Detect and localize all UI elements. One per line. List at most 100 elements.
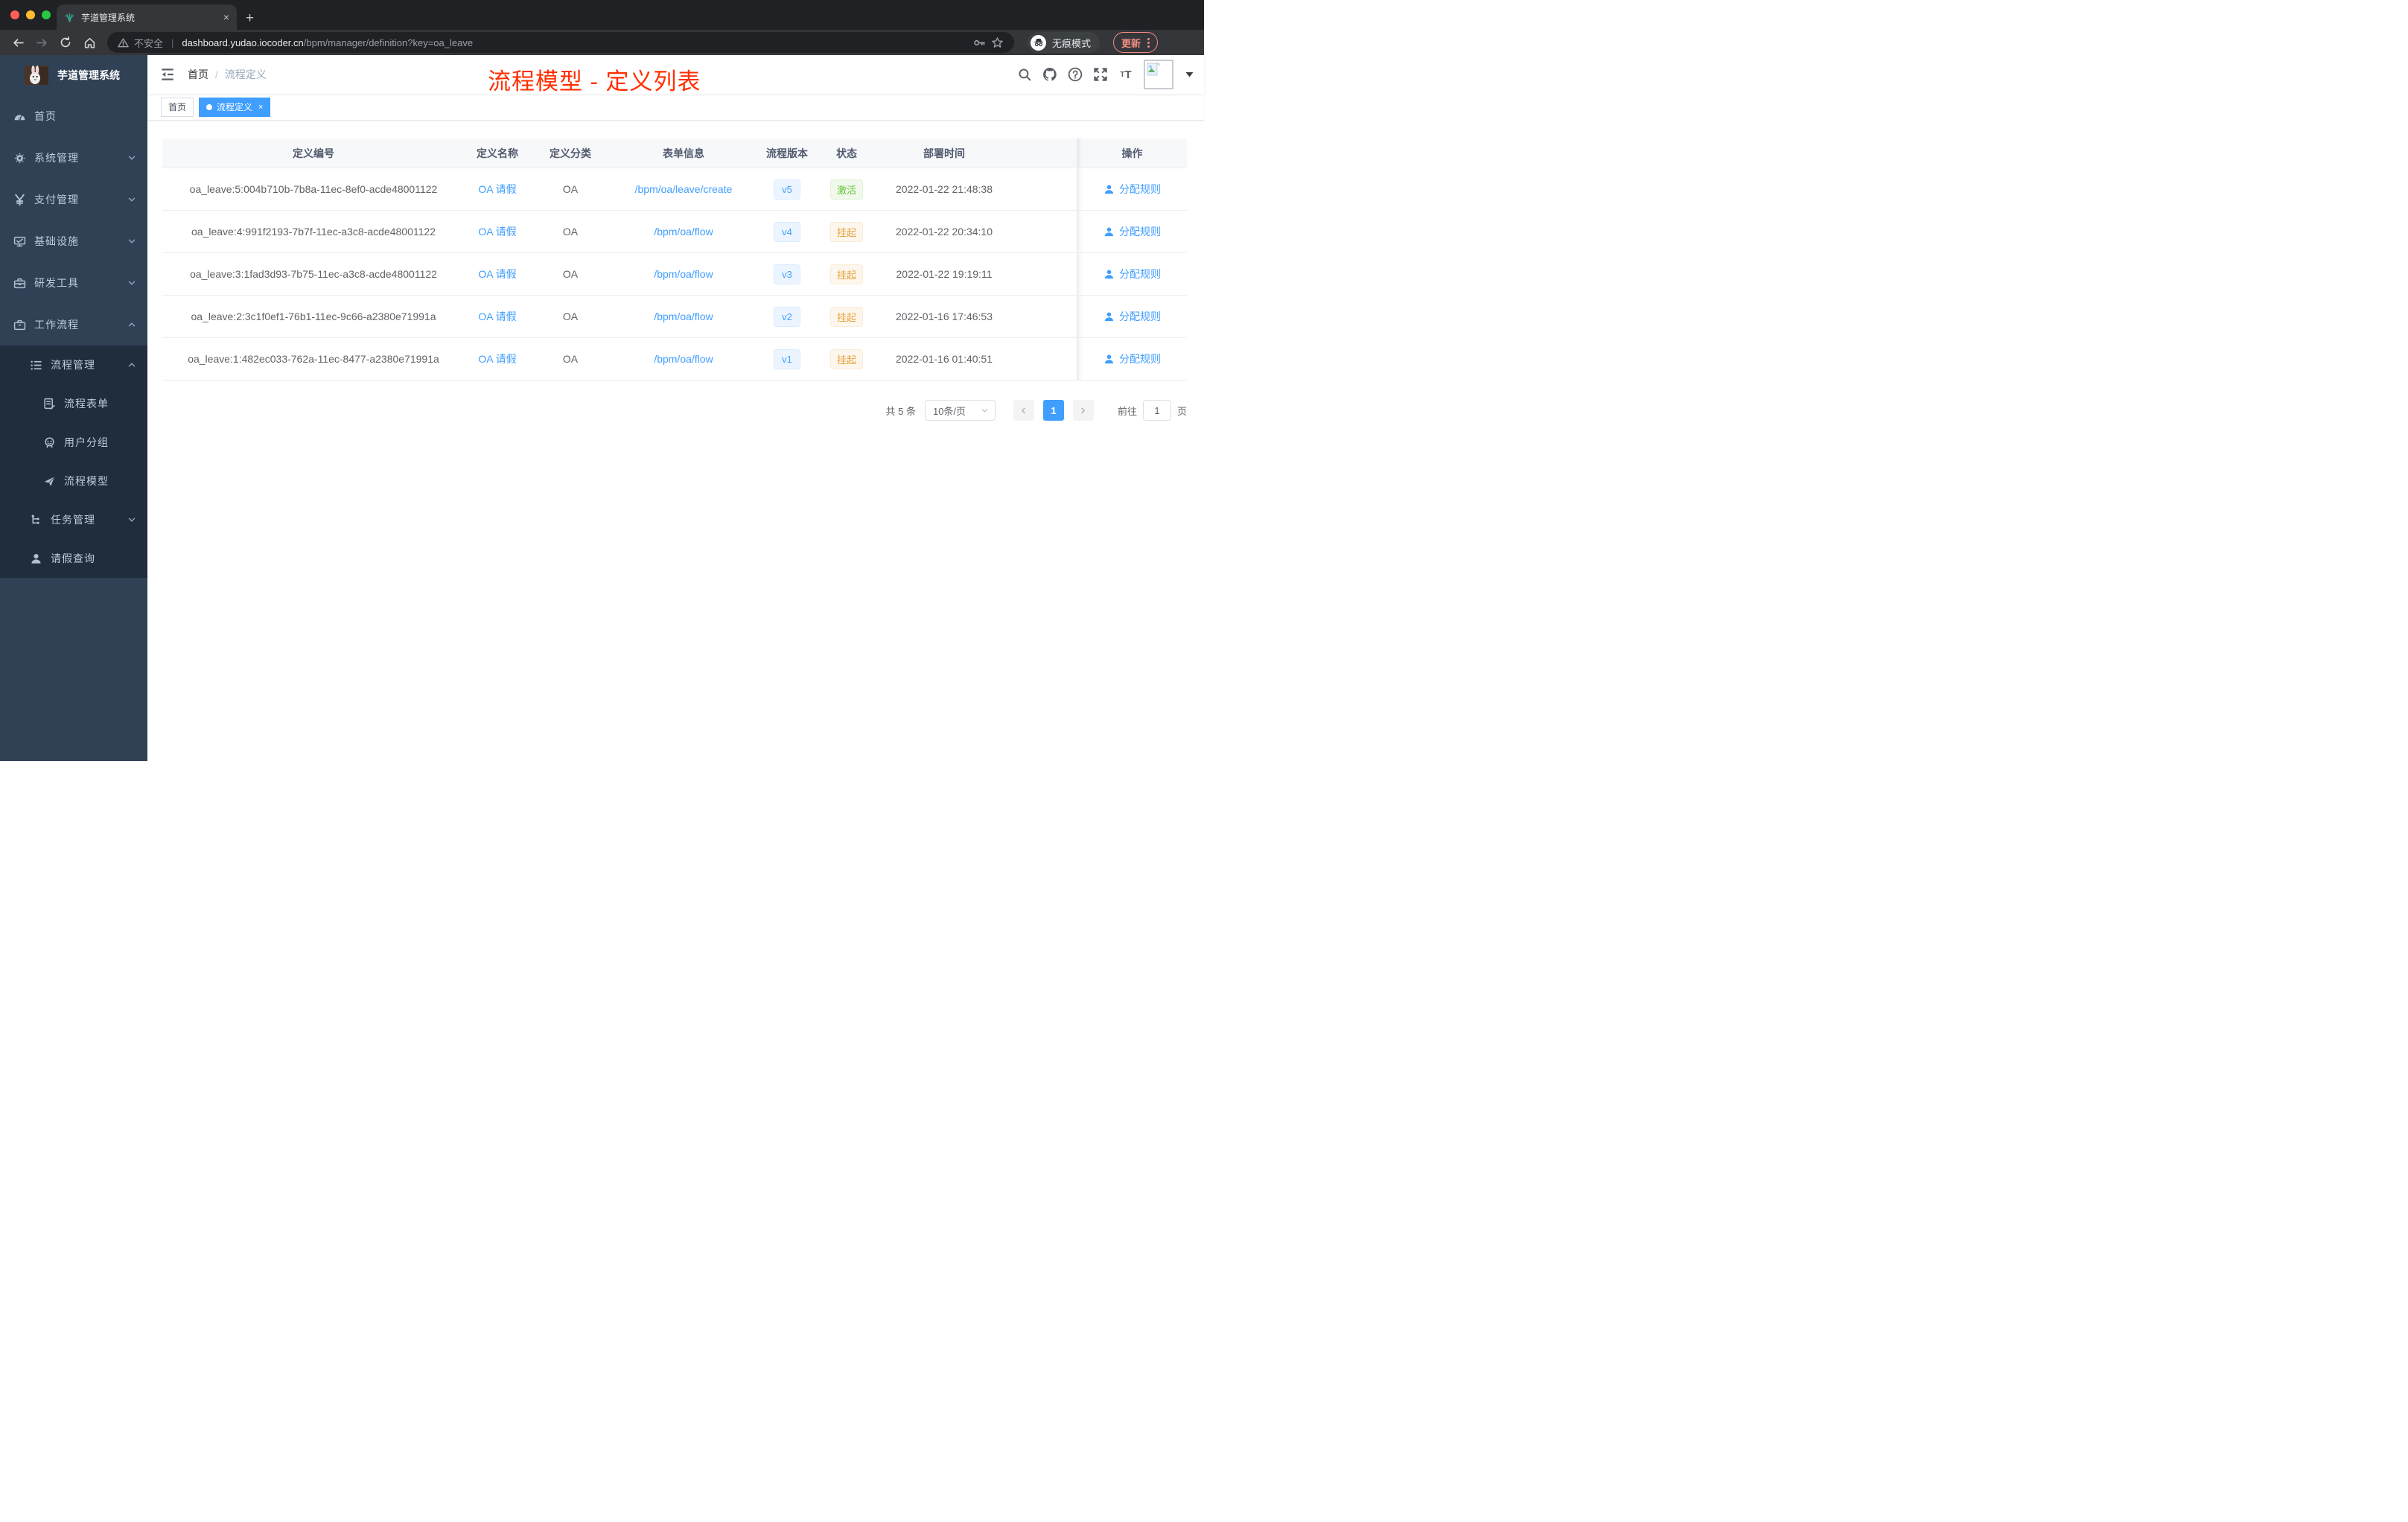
sidebar-item-leave-query[interactable]: 请假查询 (0, 539, 147, 578)
browser-tab[interactable]: 芋道管理系统 × (57, 4, 237, 30)
sidebar-item-home[interactable]: 首页 (0, 95, 147, 137)
page-content: 定义编号 定义名称 定义分类 表单信息 流程版本 状态 部署时间 操作 oa_l… (147, 121, 1204, 421)
gear-icon (13, 152, 26, 165)
definition-name-link[interactable]: OA 请假 (478, 309, 516, 324)
tab-close-icon[interactable]: × (223, 12, 229, 22)
incognito-icon (1031, 34, 1046, 51)
definition-name-link[interactable]: OA 请假 (478, 224, 516, 239)
deploy-time: 2022-01-16 17:46:53 (876, 296, 1013, 338)
sidebar-item-process-management[interactable]: 流程管理 (0, 346, 147, 384)
page-jump-input[interactable] (1142, 400, 1171, 421)
sidebar-item-user-group[interactable]: 用户分组 (0, 423, 147, 462)
user-icon (30, 553, 42, 565)
assign-rule-button[interactable]: 分配规则 (1103, 224, 1161, 239)
font-size-icon[interactable]: TT (1118, 67, 1133, 82)
jump-suffix: 页 (1176, 405, 1187, 417)
monitor-icon (13, 235, 26, 248)
next-page-button[interactable] (1072, 400, 1094, 421)
security-label[interactable]: 不安全 (134, 36, 163, 50)
breadcrumb-separator: / (215, 69, 218, 80)
definition-name-link[interactable]: OA 请假 (478, 182, 516, 197)
chevron-left-icon (1022, 407, 1026, 413)
form-link[interactable]: /bpm/oa/flow (654, 268, 713, 280)
fullscreen-icon[interactable] (1093, 67, 1108, 82)
status-badge: 挂起 (829, 348, 863, 369)
form-link[interactable]: /bpm/oa/leave/create (635, 183, 733, 195)
form-icon (43, 398, 56, 410)
definition-name-link[interactable]: OA 请假 (478, 351, 516, 366)
definition-id: oa_leave:1:482ec033-762a-11ec-8477-a2380… (162, 338, 465, 380)
browser-menu-dots-icon[interactable] (1147, 37, 1150, 48)
sidebar-item-infrastructure[interactable]: 基础设施 (0, 220, 147, 262)
navbar-actions: TT (1017, 55, 1194, 94)
sidebar-toggle-button[interactable] (159, 66, 176, 83)
tags-view: 首页 流程定义 × (147, 94, 1204, 121)
column-process-version: 流程版本 (757, 138, 818, 168)
close-window-button[interactable] (10, 10, 19, 19)
sidebar-item-devtools[interactable]: 研发工具 (0, 262, 147, 304)
column-definition-category: 定义分类 (530, 138, 611, 168)
definition-name-link[interactable]: OA 请假 (478, 267, 516, 281)
main-area: 首页 / 流程定义 流程模型 - 定义列表 TT 首页 流程定义 × 定义编号 … (147, 55, 1204, 761)
sidebar-menu: 首页 系统管理 支付管理 基础设施 研发工具 工作流程 流程管理 流程表单 用户… (0, 95, 147, 578)
prev-page-button[interactable] (1013, 400, 1034, 421)
sidebar: 芋道管理系统 首页 系统管理 支付管理 基础设施 研发工具 工作流程 流程管理 … (0, 55, 147, 761)
deploy-time: 2022-01-22 21:48:38 (876, 168, 1013, 211)
home-button[interactable] (79, 32, 100, 53)
breadcrumb-home[interactable]: 首页 (188, 67, 208, 82)
favicon-plant-icon (64, 12, 75, 23)
reload-button[interactable] (55, 32, 76, 53)
github-icon[interactable] (1042, 67, 1057, 82)
toolbox-icon (13, 277, 26, 290)
sidebar-item-process-form[interactable]: 流程表单 (0, 384, 147, 423)
assign-rule-button[interactable]: 分配规则 (1103, 351, 1161, 366)
incognito-label: 无痕模式 (1052, 37, 1092, 49)
back-button[interactable] (7, 32, 28, 53)
update-button[interactable]: 更新 (1113, 32, 1159, 53)
assign-rule-button[interactable]: 分配规则 (1103, 267, 1161, 281)
definition-category: OA (530, 253, 611, 296)
deploy-time: 2022-01-16 01:40:51 (876, 338, 1013, 380)
tag-close-icon[interactable]: × (258, 103, 263, 112)
traffic-lights (10, 10, 51, 19)
sidebar-item-workflow[interactable]: 工作流程 (0, 304, 147, 346)
form-link[interactable]: /bpm/oa/flow (654, 353, 713, 365)
chevron-down-icon (981, 408, 988, 413)
chevron-down-icon (127, 278, 136, 287)
column-form-info: 表单信息 (611, 138, 757, 168)
avatar[interactable] (1144, 60, 1173, 89)
sidebar-item-process-model[interactable]: 流程模型 (0, 462, 147, 500)
zoom-window-button[interactable] (42, 10, 51, 19)
assign-rule-button[interactable]: 分配规则 (1103, 182, 1161, 197)
sidebar-item-payment[interactable]: 支付管理 (0, 179, 147, 220)
version-badge: v1 (774, 348, 800, 369)
page-size-select[interactable]: 10条/页 (924, 400, 996, 421)
column-definition-name: 定义名称 (465, 138, 530, 168)
sidebar-logo[interactable]: 芋道管理系统 (0, 55, 147, 95)
sidebar-item-task-management[interactable]: 任务管理 (0, 500, 147, 539)
key-icon[interactable] (973, 36, 986, 49)
caret-down-icon[interactable] (1185, 71, 1194, 77)
form-link[interactable]: /bpm/oa/flow (654, 226, 713, 238)
forward-button[interactable] (31, 32, 52, 53)
dashboard-icon (13, 110, 26, 123)
form-link[interactable]: /bpm/oa/flow (654, 311, 713, 322)
url-path: /bpm/manager/definition?key=oa_leave (303, 36, 474, 48)
active-dot (206, 104, 213, 110)
status-badge: 挂起 (829, 221, 863, 242)
new-tab-button[interactable]: + (246, 11, 254, 25)
tag-process-definition[interactable]: 流程定义 × (199, 97, 271, 117)
table-row: oa_leave:3:1fad3d93-7b75-11ec-a3c8-acde4… (162, 253, 1187, 296)
search-icon[interactable] (1017, 67, 1032, 82)
bookmark-star-icon[interactable] (991, 36, 1004, 49)
current-page-button[interactable]: 1 (1042, 400, 1064, 421)
browser-tab-strip: 芋道管理系统 × + (0, 0, 1204, 30)
tag-home[interactable]: 首页 (161, 97, 194, 117)
sidebar-item-system[interactable]: 系统管理 (0, 137, 147, 179)
assign-rule-button[interactable]: 分配规则 (1103, 309, 1161, 324)
status-badge: 激活 (829, 179, 863, 200)
url-bar[interactable]: 不安全 | dashboard.yudao.iocoder.cn/bpm/man… (107, 32, 1014, 53)
help-icon[interactable] (1068, 67, 1083, 82)
column-deploy-time: 部署时间 (876, 138, 1013, 168)
minimize-window-button[interactable] (26, 10, 35, 19)
